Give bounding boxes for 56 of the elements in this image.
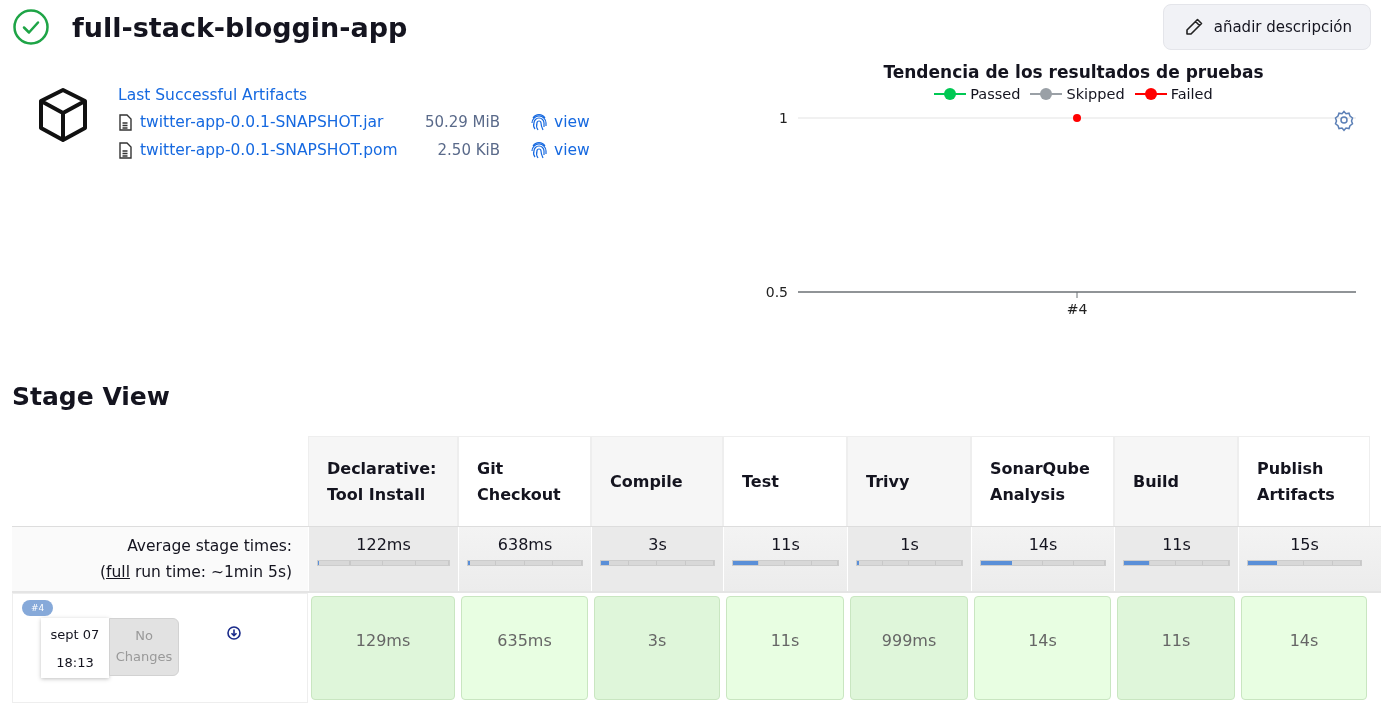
stage-duration-cell[interactable]: 11s [1117, 596, 1235, 700]
stage-duration-cell[interactable]: 999ms [850, 596, 968, 700]
build-date-card[interactable]: sept 07 18:13 [41, 618, 109, 678]
package-box-icon [36, 86, 90, 144]
average-stage-time: 122ms [356, 535, 411, 554]
fingerprint-icon [530, 112, 548, 132]
y-tick-label: 0.5 [766, 284, 788, 300]
add-description-button[interactable]: añadir descripción [1162, 4, 1371, 50]
average-stage-time: 11s [1162, 535, 1191, 554]
stage-view-title: Stage View [12, 382, 171, 413]
stage-header: Git Checkout [458, 436, 591, 526]
view-fingerprint-link[interactable]: view [530, 112, 590, 132]
file-icon [118, 141, 132, 159]
legend-item[interactable]: Skipped [1030, 86, 1125, 102]
stage-duration-cell[interactable]: 129ms [311, 596, 455, 700]
stage-header: Test [723, 436, 847, 526]
y-tick-label: 1 [779, 110, 788, 126]
average-stage-time: 3s [648, 535, 667, 554]
stage-duration-cell[interactable]: 635ms [461, 596, 588, 700]
view-fingerprint-link[interactable]: view [530, 140, 590, 160]
fingerprint-icon [530, 140, 548, 160]
average-stage-time: 638ms [497, 535, 553, 554]
stage-duration-cell[interactable]: 3s [594, 596, 720, 700]
average-stage-time: 1s [900, 535, 919, 554]
artifact-link[interactable]: twitter-app-0.0.1-SNAPSHOT.pom [140, 141, 420, 159]
data-point [1073, 114, 1081, 122]
no-changes-label: No Changes [109, 618, 179, 676]
artifacts-heading-link[interactable]: Last Successful Artifacts [118, 86, 590, 104]
legend-item[interactable]: Failed [1134, 86, 1213, 102]
stage-header: Build [1114, 436, 1238, 526]
stage-duration-cell[interactable]: 11s [726, 596, 844, 700]
legend-item[interactable]: Passed [934, 86, 1021, 102]
average-stage-times-label: Average stage times: [127, 535, 292, 557]
settings-icon[interactable] [1334, 110, 1354, 132]
full-link[interactable]: full [106, 563, 130, 581]
success-check-icon [12, 8, 50, 46]
stage-header: Declarative: Tool Install [308, 436, 458, 526]
pencil-icon [1183, 17, 1204, 37]
stage-header: Publish Artifacts [1238, 436, 1370, 526]
chart-title: Tendencia de los resultados de pruebas [882, 62, 1265, 82]
x-tick-label: #4 [1066, 301, 1088, 317]
stage-duration-cell[interactable]: 14s [1241, 596, 1367, 700]
full-run-time-text: (full run time: ~1min 5s) [100, 562, 292, 583]
stage-header: Compile [591, 436, 723, 526]
average-stage-time: 11s [771, 535, 800, 554]
job-title: full-stack-bloggin-app [72, 11, 408, 43]
artifact-link[interactable]: twitter-app-0.0.1-SNAPSHOT.jar [140, 113, 420, 131]
average-stage-time: 15s [1290, 535, 1319, 554]
average-stage-time: 14s [1028, 535, 1058, 554]
stage-header: Trivy [847, 436, 971, 526]
stage-duration-cell[interactable]: 14s [974, 596, 1111, 700]
download-icon[interactable] [227, 626, 241, 640]
artifact-size: 50.29 MiB [423, 113, 500, 131]
artifact-size: 2.50 KiB [436, 141, 500, 159]
file-icon [118, 113, 132, 131]
stage-header: SonarQube Analysis [971, 436, 1114, 526]
